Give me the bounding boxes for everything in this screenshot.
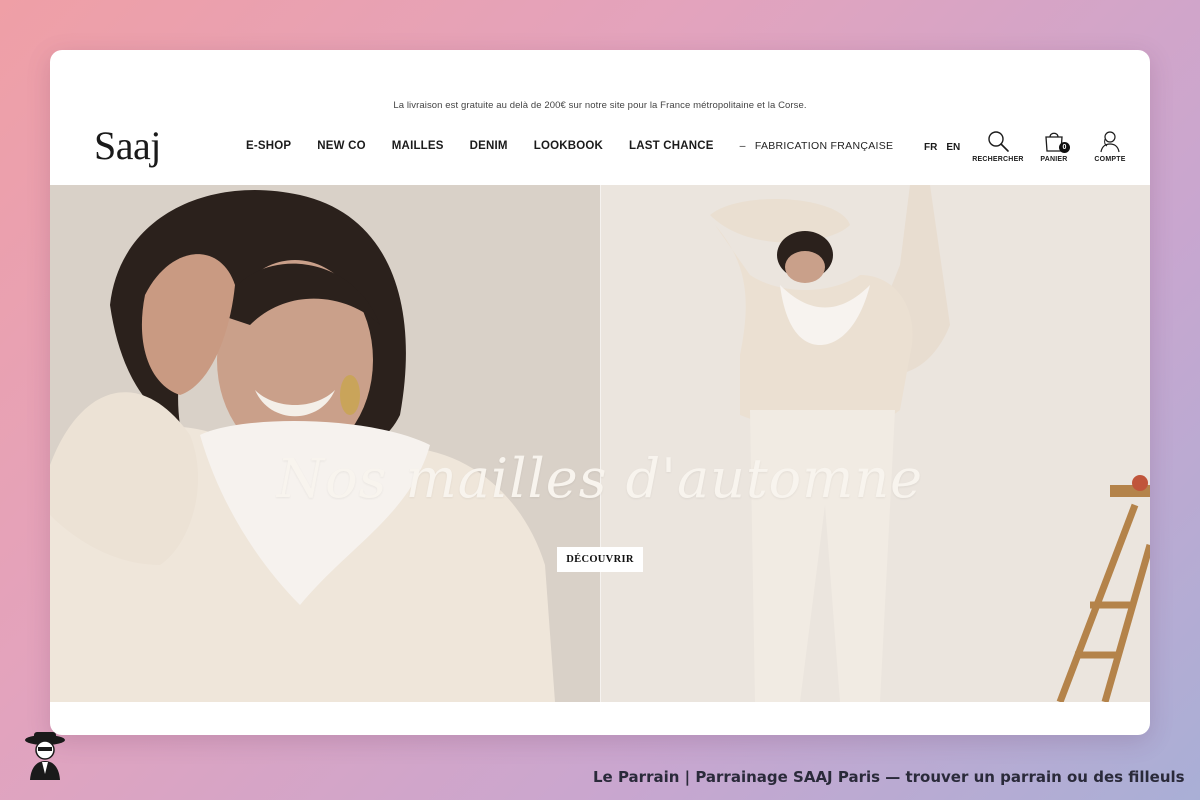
nav-item-eshop[interactable]: E-SHOP	[246, 140, 291, 152]
site-header: Saaj E-SHOP NEW CO MAILLES DENIM LOOKBOO…	[50, 118, 1150, 184]
brand-logo[interactable]: Saaj	[94, 122, 161, 169]
search-label: RECHERCHER	[972, 156, 1024, 163]
main-nav: E-SHOP NEW CO MAILLES DENIM LOOKBOOK LAS…	[246, 140, 893, 152]
nav-item-lookbook[interactable]: LOOKBOOK	[534, 140, 603, 152]
header-tools: RECHERCHER 0 PANIER COMPTE	[970, 128, 1138, 163]
website-card: La livraison est gratuite au delà de 200…	[50, 50, 1150, 735]
lang-fr[interactable]: FR	[924, 142, 937, 153]
search-icon	[988, 131, 1009, 152]
cart-label: PANIER	[1040, 156, 1068, 163]
cart-button[interactable]: 0 PANIER	[1026, 128, 1082, 163]
hero-title: Nos mailles d'automne	[276, 447, 924, 510]
user-icon	[1100, 131, 1120, 153]
nav-item-mailles[interactable]: MAILLES	[392, 140, 444, 152]
lang-en[interactable]: EN	[946, 142, 960, 153]
discover-button[interactable]: DÉCOUVRIR	[557, 547, 643, 572]
nav-item-new-co[interactable]: NEW CO	[317, 140, 365, 152]
promo-banner: La livraison est gratuite au delà de 200…	[393, 100, 807, 111]
hero-divider	[600, 185, 601, 702]
nav-fabrication-label: FABRICATION FRANÇAISE	[754, 140, 894, 152]
nav-dash: –	[739, 140, 746, 152]
nav-item-denim[interactable]: DENIM	[470, 140, 508, 152]
search-button[interactable]: RECHERCHER	[970, 128, 1026, 163]
nav-item-fabrication-francaise[interactable]: – FABRICATION FRANÇAISE	[740, 140, 894, 152]
cart-count-badge: 0	[1059, 142, 1070, 153]
account-button[interactable]: COMPTE	[1082, 128, 1138, 163]
nav-item-last-chance[interactable]: LAST CHANCE	[629, 140, 714, 152]
language-switcher: FR EN	[924, 142, 969, 153]
account-label: COMPTE	[1094, 156, 1126, 163]
godfather-mascot-icon	[25, 732, 65, 780]
hero-banner[interactable]: Nos mailles d'automne DÉCOUVRIR	[50, 185, 1150, 702]
footer-caption: Le Parrain | Parrainage SAAJ Paris — tro…	[593, 768, 1185, 786]
